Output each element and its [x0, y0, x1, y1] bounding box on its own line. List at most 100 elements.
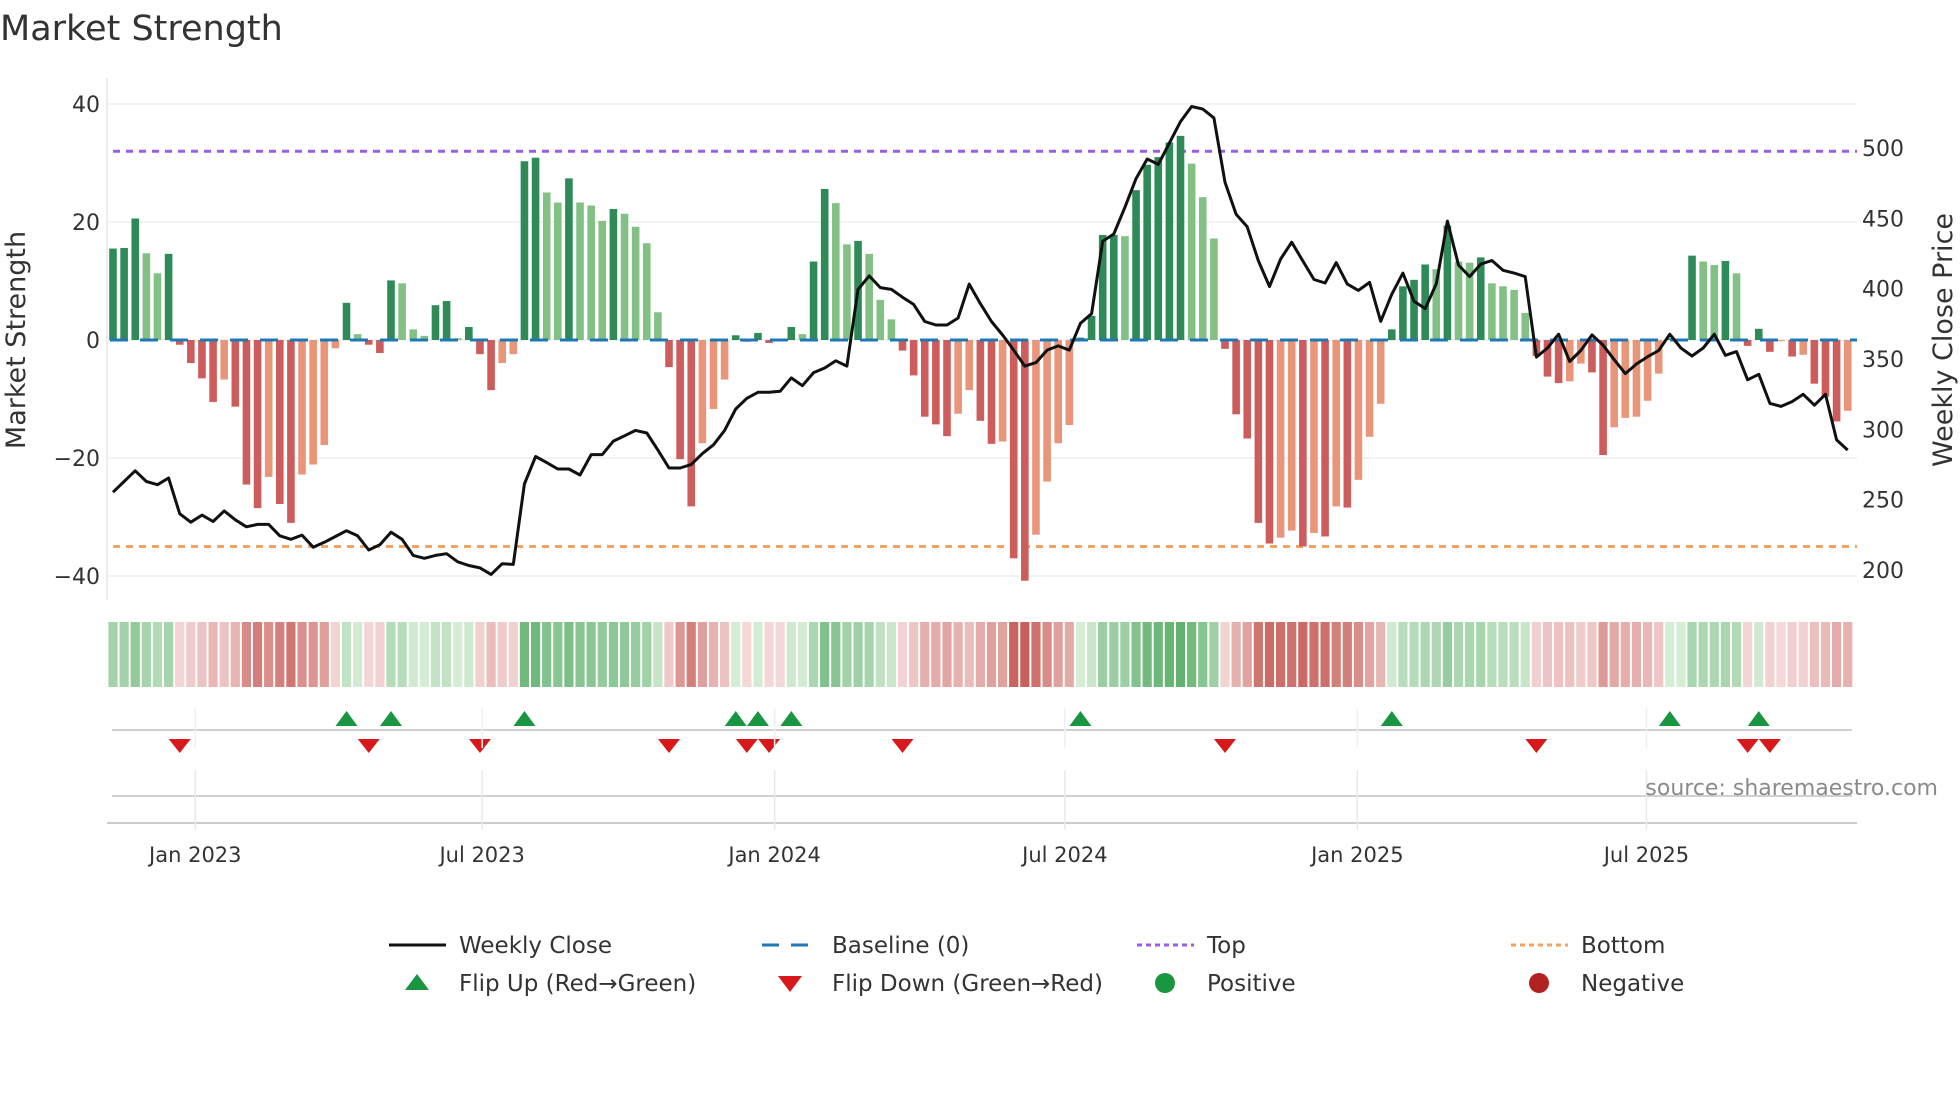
bar-negative	[1265, 340, 1274, 544]
strip-cell	[1754, 622, 1764, 687]
legend: Weekly Close Baseline (0) Top Bottom Flip Up…	[389, 933, 1684, 997]
strip-cell	[1320, 622, 1330, 687]
bar-positive	[465, 327, 473, 340]
flip-down-marker	[1758, 739, 1781, 753]
bar-positive	[1710, 265, 1719, 340]
flip-up-marker	[780, 711, 803, 726]
strip-cell	[1309, 622, 1319, 687]
bar-negative	[1243, 340, 1252, 439]
y-tick-label: 0	[86, 329, 100, 354]
bar-positive	[731, 335, 740, 340]
strip-cell	[1409, 622, 1419, 687]
strip-cell	[519, 622, 530, 687]
bar-negative	[1799, 340, 1808, 355]
strip-cell	[497, 622, 507, 687]
strip-cell	[1509, 622, 1519, 687]
bar-negative	[1332, 340, 1340, 507]
strip-cell	[1009, 622, 1019, 687]
strength-heat-strip	[108, 622, 1853, 687]
flip-down-marker	[735, 739, 758, 753]
strip-cell	[1654, 622, 1664, 687]
strength-bars	[109, 135, 1852, 581]
bar-negative	[242, 340, 251, 485]
bar-positive	[1688, 255, 1696, 340]
strip-cell	[720, 622, 730, 687]
bar-positive	[809, 261, 818, 340]
chart-title: Market Strength	[0, 9, 283, 49]
strip-cell	[397, 622, 407, 687]
bar-positive	[1476, 257, 1485, 340]
bar-negative	[1554, 340, 1563, 384]
flip-up-marker	[380, 711, 402, 726]
bar-positive	[1521, 312, 1530, 340]
bar-negative	[476, 340, 484, 355]
strip-cell	[998, 622, 1008, 687]
strip-cell	[1554, 622, 1564, 687]
bar-negative	[1632, 340, 1641, 417]
strip-cell	[275, 622, 285, 687]
strip-cell	[1487, 622, 1497, 687]
bar-negative	[376, 340, 384, 353]
bar-positive	[1754, 328, 1763, 340]
strip-cell	[453, 622, 463, 687]
strip-cell	[252, 622, 263, 687]
strip-cell	[986, 622, 997, 687]
bar-negative	[1043, 340, 1051, 482]
bar-positive	[1410, 279, 1418, 340]
legend-label: Top	[1206, 933, 1246, 959]
bar-positive	[431, 305, 440, 340]
bar-negative	[1610, 340, 1618, 428]
bar-positive	[554, 202, 562, 340]
strip-cell	[875, 622, 885, 687]
strip-cell	[909, 622, 919, 687]
bar-negative	[287, 340, 295, 523]
bar-positive	[1732, 273, 1741, 340]
strip-cell	[619, 622, 630, 687]
strip-cell	[186, 622, 196, 687]
bar-positive	[1388, 329, 1396, 340]
strip-cell	[1376, 622, 1386, 687]
bar-negative	[665, 340, 673, 368]
strip-cell	[897, 622, 908, 687]
bar-positive	[576, 202, 584, 340]
bar-negative	[1376, 340, 1385, 404]
bar-negative	[1766, 340, 1774, 352]
flip-down-marker	[891, 739, 914, 753]
strip-cell	[842, 622, 852, 687]
strip-cell	[1498, 622, 1508, 687]
strip-cell	[1598, 622, 1608, 687]
strip-cell	[820, 622, 830, 687]
strip-cell	[130, 622, 140, 687]
strip-cell	[1331, 622, 1341, 687]
flip-up-marker	[1747, 711, 1770, 726]
strip-cell	[553, 622, 563, 687]
source-credit: source: sharemaestro.com	[1645, 776, 1938, 801]
market-strength-chart: Market Strength 40200−20−40 500450400350…	[0, 9, 1959, 997]
strip-cell	[1743, 622, 1753, 687]
bar-positive	[153, 273, 162, 340]
bar-positive	[1699, 261, 1707, 340]
flip-up-marker	[1380, 711, 1403, 726]
strip-cell	[1342, 622, 1352, 687]
x-tick-label: Jan 2024	[726, 843, 821, 867]
bar-negative	[1788, 340, 1796, 357]
strip-cell	[786, 622, 796, 687]
bar-positive	[342, 302, 351, 340]
flip-up-marker	[1069, 711, 1092, 726]
bar-positive	[120, 247, 128, 340]
strip-cell	[1064, 622, 1074, 687]
bar-negative	[487, 340, 495, 391]
y2-tick-label: 200	[1862, 559, 1904, 584]
strip-cell	[597, 622, 607, 687]
strip-cell	[708, 622, 719, 687]
strip-cell	[297, 622, 307, 687]
bar-positive	[1132, 190, 1140, 340]
strip-cell	[775, 622, 785, 687]
x-tick-label: Jan 2025	[1309, 843, 1404, 867]
bar-positive	[876, 299, 885, 340]
bar-positive	[409, 329, 418, 340]
strip-cell	[1153, 622, 1163, 687]
bar-positive	[1143, 164, 1151, 340]
strip-cell	[241, 622, 252, 687]
strip-cell	[1098, 622, 1108, 687]
